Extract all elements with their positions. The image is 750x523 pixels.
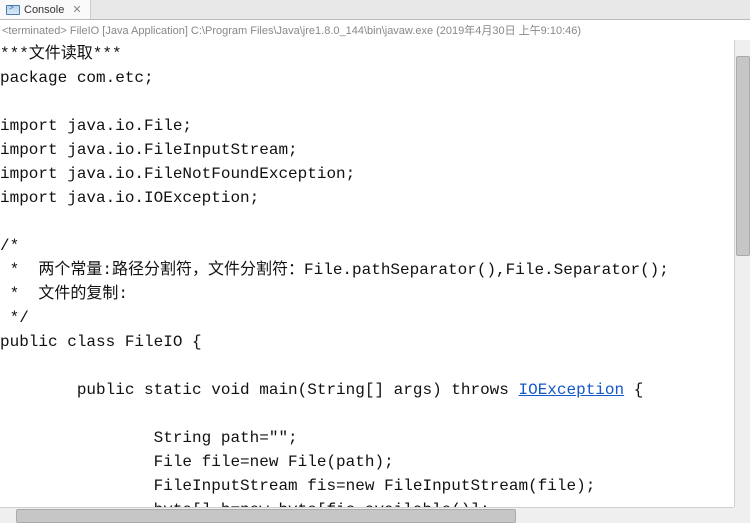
ioexception-link[interactable]: IOException: [518, 381, 624, 399]
vertical-scrollbar[interactable]: [734, 40, 750, 507]
console-tab[interactable]: Console ✕: [0, 0, 91, 19]
tab-bar: Console ✕: [0, 0, 750, 20]
close-icon[interactable]: ✕: [70, 3, 83, 16]
code-block[interactable]: ***文件读取*** package com.etc; import java.…: [0, 40, 750, 523]
tab-label: Console: [24, 4, 64, 16]
status-line: <terminated> FileIO [Java Application] C…: [0, 20, 750, 40]
horizontal-scrollbar-thumb[interactable]: [16, 509, 516, 523]
console-output[interactable]: ***文件读取*** package com.etc; import java.…: [0, 40, 750, 523]
vertical-scrollbar-thumb[interactable]: [736, 56, 750, 256]
console-icon: [6, 5, 20, 15]
